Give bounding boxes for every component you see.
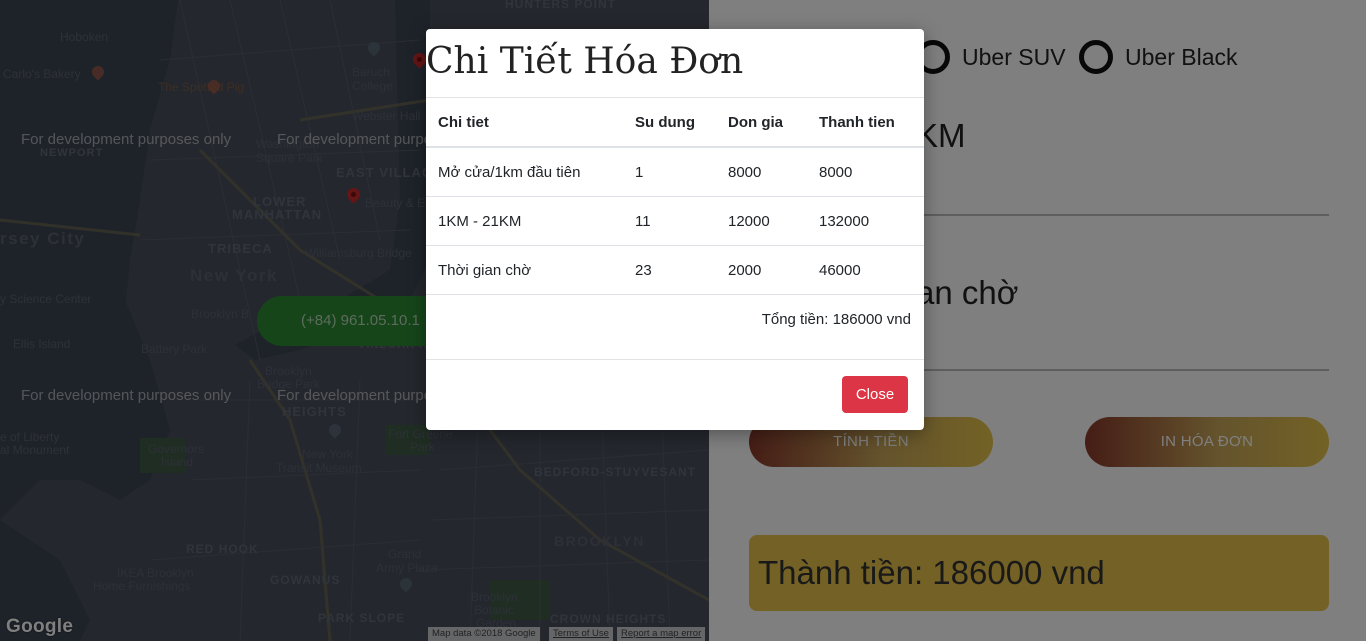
divider xyxy=(426,359,924,360)
table-cell: 2000 xyxy=(716,245,807,295)
invoice-table: Chi tiet Su dung Don gia Thanh tien Mở c… xyxy=(426,98,924,295)
table-cell: 46000 xyxy=(807,245,924,295)
table-cell: 1 xyxy=(623,147,716,197)
table-row: Mở cửa/1km đầu tiên 1 8000 8000 xyxy=(426,147,924,197)
table-cell: 12000 xyxy=(716,196,807,246)
table-cell: 11 xyxy=(623,196,716,246)
table-cell: Mở cửa/1km đầu tiên xyxy=(426,147,623,197)
invoice-modal: Chi Tiết Hóa Đơn Chi tiet Su dung Don gi… xyxy=(426,29,924,430)
modal-title: Chi Tiết Hóa Đơn xyxy=(426,41,744,82)
invoice-total: Tổng tiền: 186000 vnd xyxy=(761,311,911,328)
table-cell: 23 xyxy=(623,245,716,295)
table-row: Thời gian chờ 23 2000 46000 xyxy=(426,245,924,295)
table-header-row: Chi tiet Su dung Don gia Thanh tien xyxy=(426,98,924,148)
table-row: 1KM - 21KM 11 12000 132000 xyxy=(426,196,924,246)
table-cell: 8000 xyxy=(716,147,807,197)
table-cell: 1KM - 21KM xyxy=(426,196,623,246)
table-cell: 132000 xyxy=(807,196,924,246)
table-cell: 8000 xyxy=(807,147,924,197)
column-header: Thanh tien xyxy=(807,98,924,148)
column-header: Chi tiet xyxy=(426,98,623,148)
table-cell: Thời gian chờ xyxy=(426,245,623,295)
column-header: Su dung xyxy=(623,98,716,148)
column-header: Don gia xyxy=(716,98,807,148)
close-button[interactable]: Close xyxy=(842,376,908,413)
